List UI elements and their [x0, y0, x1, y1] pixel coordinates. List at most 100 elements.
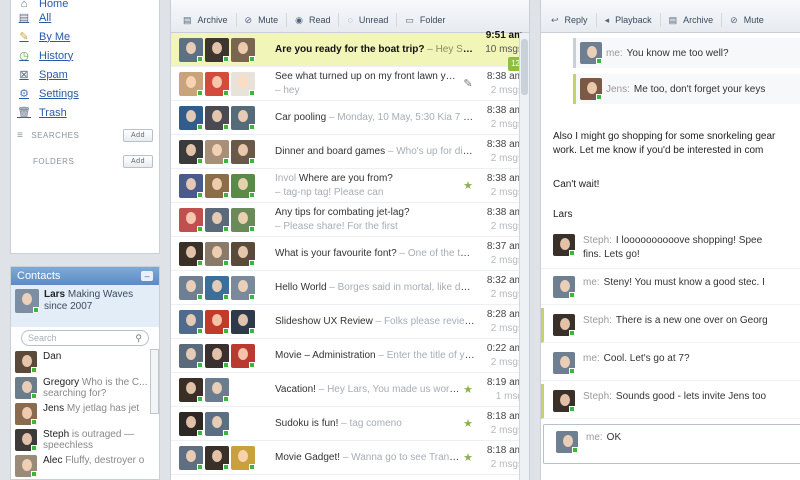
message-row[interactable]: Hello World – Borges said in mortal, lik…: [171, 271, 529, 305]
nav-item-settings[interactable]: ⚙ Settings: [11, 84, 159, 103]
chat-message[interactable]: me: Steny! You must know a good stec. I: [541, 270, 800, 305]
nav-item-label: Spam: [39, 68, 68, 81]
searches-label: SEARCHES: [31, 130, 80, 140]
contact-item[interactable]: Alec Fluffy, destroyer o: [11, 453, 159, 479]
avatar: [15, 455, 37, 477]
nav-item-label: By Me: [39, 30, 71, 43]
chat-author: Steph:: [583, 391, 612, 402]
avatar: [556, 431, 578, 453]
avatar: [179, 411, 203, 436]
avatar: [231, 173, 255, 198]
nav-item-all[interactable]: ▤ All: [11, 8, 159, 27]
star-icon[interactable]: ★: [461, 179, 475, 192]
folder-button[interactable]: ▭ Folder: [397, 13, 453, 27]
message-row[interactable]: Slideshow UX Review – Folks please revie…: [171, 305, 529, 339]
message-subject: Car pooling: [275, 111, 327, 123]
message-row[interactable]: Movie – Administration – Enter the title…: [171, 339, 529, 373]
add-label: Add: [131, 157, 145, 165]
avatar: [179, 275, 203, 300]
avatar: [205, 207, 229, 232]
read-label: Read: [308, 15, 331, 25]
star-icon[interactable]: ★: [461, 417, 475, 430]
contact-name: Gregory: [43, 377, 80, 388]
contact-item[interactable]: Steph is outraged — speechless: [11, 427, 159, 453]
chat-message[interactable]: me: Cool. Let's go at 7?: [541, 346, 800, 381]
mute-button[interactable]: ⊘ Mute: [237, 13, 288, 27]
contact-list: Dan Gregory Who is the C... searching fo…: [11, 349, 159, 479]
message-count: 2 msgs: [490, 152, 523, 164]
archive-button[interactable]: ▤ Archive: [175, 13, 237, 27]
avatar: [231, 343, 255, 368]
message-preview: – One of the things I have been: [399, 247, 475, 259]
avatar: [205, 343, 229, 368]
reply-input[interactable]: me: OK: [543, 424, 800, 464]
message-time: 8:32 am: [486, 274, 523, 286]
message-row[interactable]: See what turned up on my front lawn yest…: [171, 67, 529, 101]
contact-item[interactable]: Gregory Who is the C... searching for?: [11, 375, 159, 401]
avatar: [553, 314, 575, 336]
mute-button[interactable]: ⊘ Mute: [722, 13, 772, 27]
message-subject: What is your favourite font?: [275, 247, 397, 259]
archive-label: Archive: [197, 15, 228, 25]
mute-icon: ⊘: [730, 14, 738, 25]
contacts-title: Contacts: [17, 270, 61, 282]
contact-item[interactable]: Jens My jetlag has jet: [11, 401, 159, 427]
conversation-panel: ↩ Reply ◂ Playback ▤ Archive ⊘ Mute me: You …: [540, 0, 800, 480]
message-preview: – Monday, 10 May, 5:30 Kia 7 seater, maz…: [328, 111, 475, 123]
chat-message[interactable]: Steph: Sounds good - lets invite Jens too: [541, 384, 800, 419]
message-row[interactable]: Dinner and board games – Who's up for di…: [171, 135, 529, 169]
folder-icon: ▭: [405, 14, 414, 25]
message-row[interactable]: Invol Where are you from? – tag-np tag! P…: [171, 169, 529, 203]
add-folder-button[interactable]: Add: [123, 154, 153, 168]
playback-button[interactable]: ◂ Playback: [597, 13, 661, 27]
nav-item-trash[interactable]: 🗑 Trash: [11, 103, 159, 122]
message-text: work. Let me know if you'd be interested…: [553, 145, 764, 156]
reply-button[interactable]: ↩ Reply: [543, 13, 597, 27]
contact-item[interactable]: Dan: [11, 349, 159, 375]
message-row[interactable]: Vacation! – Hey Lars, You made us work w…: [171, 373, 529, 407]
message-row[interactable]: Are you ready for the boat trip? – Hey S…: [171, 30, 529, 71]
message-row[interactable]: What is your favourite font? – One of th…: [171, 237, 529, 271]
nav-item-home[interactable]: ⌂ Home: [11, 0, 159, 8]
unread-button[interactable]: ◌ Unread: [339, 13, 398, 27]
message-subject: Vacation!: [275, 383, 316, 395]
message-row[interactable]: Sudoku is fun! – tag comeno ★ 8:18 am 2 m…: [171, 407, 529, 441]
avatar: [15, 403, 37, 425]
message-time: 8:18 am: [486, 410, 523, 422]
read-button[interactable]: ◉ Read: [287, 13, 340, 27]
nav-item-spam[interactable]: ⊠ Spam: [11, 65, 159, 84]
chat-message[interactable]: Steph: There is a new one over on Georg: [541, 308, 800, 343]
star-icon[interactable]: ★: [461, 451, 475, 464]
chat-message[interactable]: Steph: I loooooooooove shopping! Spee fins…: [541, 228, 800, 269]
my-status[interactable]: Lars Making Waves since 2007: [11, 285, 159, 327]
avatar: [231, 105, 255, 130]
scrollbar-thumb[interactable]: [521, 39, 528, 95]
mute-label: Mute: [258, 15, 279, 25]
message-count: 2 msgs: [490, 458, 523, 470]
avatar: [205, 309, 229, 334]
archive-button[interactable]: ▤ Archive: [661, 13, 723, 27]
message-preview: – Please share! For the first: [275, 220, 398, 232]
message-list-scrollbar[interactable]: [519, 33, 529, 480]
message-text: Can't wait!: [553, 179, 600, 190]
message-preview: – hey: [275, 84, 300, 96]
message-row[interactable]: Car pooling – Monday, 10 May, 5:30 Kia 7…: [171, 101, 529, 135]
message-preview: – Hey Steph, The boat: [427, 43, 475, 55]
reply-label: Reply: [564, 15, 588, 25]
contact-scrollbar[interactable]: [150, 349, 159, 414]
chat-author: me:: [583, 353, 600, 364]
nav-item-history[interactable]: ◷ History: [11, 46, 159, 65]
message-count: 2 msgs: [490, 220, 523, 232]
message-count: 2 msgs: [490, 118, 523, 130]
contact-search-input[interactable]: Search ⚲: [21, 330, 149, 346]
chat-author: me:: [586, 432, 603, 443]
nav-item-by-me[interactable]: ✎ By Me: [11, 27, 159, 46]
message-row[interactable]: Movie Gadget! – Wanna go to see Transfor…: [171, 441, 529, 475]
star-icon[interactable]: ★: [461, 383, 475, 396]
message-preview: – Enter the title of your poll here: [378, 349, 475, 361]
message-row[interactable]: Any tips for combating jet-lag? – Please …: [171, 203, 529, 237]
minimize-icon[interactable]: –: [141, 271, 153, 281]
add-search-button[interactable]: Add: [123, 128, 153, 142]
message-subject: Movie Gadget!: [275, 451, 341, 463]
message-subject: Sudoku is fun!: [275, 417, 339, 429]
